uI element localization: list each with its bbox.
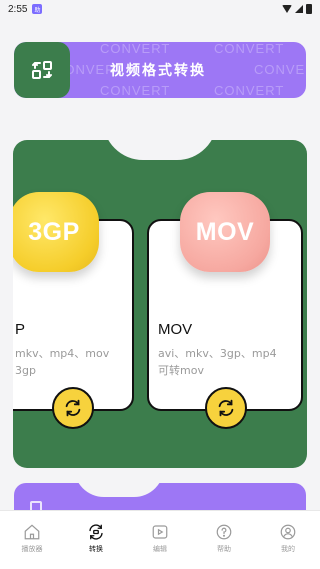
convert-button[interactable] (205, 387, 247, 429)
wifi-icon (282, 5, 292, 13)
nav-item-convert[interactable]: 转换 (64, 511, 128, 569)
banner-watermark: CONVERT (214, 83, 285, 98)
nav-label: 编辑 (153, 545, 167, 553)
mov-format-badge: MOV (180, 192, 270, 272)
battery-icon (306, 4, 312, 14)
status-time: 2:55 (8, 3, 28, 15)
nav-item-profile[interactable]: 我的 (256, 511, 320, 569)
app-notification-icon: 助 (32, 4, 43, 14)
format-description: mkv、mp4、mov 3gp (15, 347, 110, 377)
format-name: P (15, 321, 26, 338)
nav-item-help[interactable]: 帮助 (192, 511, 256, 569)
nav-label: 我的 (281, 545, 295, 553)
play-icon (152, 525, 168, 539)
video-format-convert-banner[interactable]: CONVERT CONVERT CONVERT CONVERT CONVERT … (14, 42, 306, 98)
3gp-format-badge: 3GP (13, 192, 99, 272)
banner-watermark: CONVERT (254, 62, 306, 77)
convert-arrows-icon (14, 42, 70, 98)
signal-icon (295, 5, 303, 13)
banner-notch (74, 483, 164, 497)
bottom-navigation: 播放器 转换 编辑 帮助 我的 (0, 510, 320, 569)
format-panel: P mkv、mp4、mov 3gp 3GP MOV avi、mkv、3gp、mp… (13, 140, 307, 468)
status-bar: 2:55 助 (0, 0, 320, 18)
format-name: MOV (158, 321, 193, 338)
convert-icon (89, 524, 103, 540)
banner-watermark: CONVERT (214, 42, 285, 56)
nav-label: 帮助 (217, 545, 231, 553)
banner-title: 视频格式转换 (110, 63, 206, 79)
convert-button[interactable] (52, 387, 94, 429)
home-icon (24, 524, 40, 540)
nav-item-player[interactable]: 播放器 (0, 511, 64, 569)
nav-label: 播放器 (21, 545, 43, 553)
profile-icon (280, 524, 296, 540)
nav-label: 转换 (89, 545, 103, 553)
status-icons (282, 4, 312, 14)
nav-item-edit[interactable]: 编辑 (128, 511, 192, 569)
help-icon (216, 524, 232, 540)
format-description: avi、mkv、3gp、mp4 可转mov (158, 347, 277, 377)
panel-notch (103, 140, 217, 160)
